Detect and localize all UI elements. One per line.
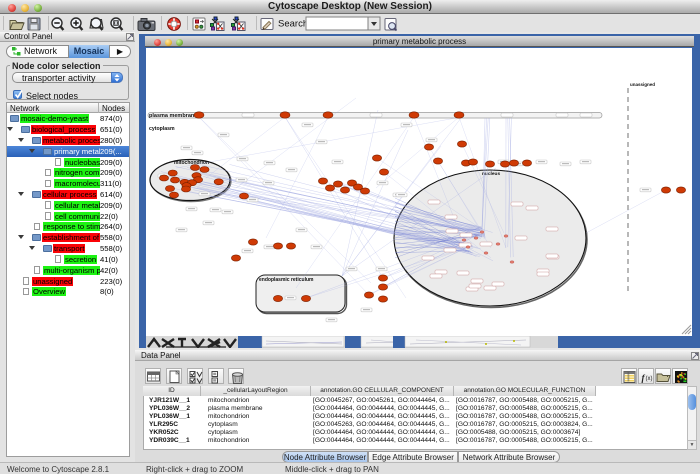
svg-text:endoplasmic reticulum: endoplasmic reticulum bbox=[259, 277, 314, 283]
svg-text:unassigned: unassigned bbox=[630, 82, 655, 87]
svg-text:plasma membrane: plasma membrane bbox=[149, 113, 197, 119]
svg-text:(x): (x) bbox=[646, 376, 653, 382]
svg-text:cytoplasm: cytoplasm bbox=[149, 126, 175, 132]
